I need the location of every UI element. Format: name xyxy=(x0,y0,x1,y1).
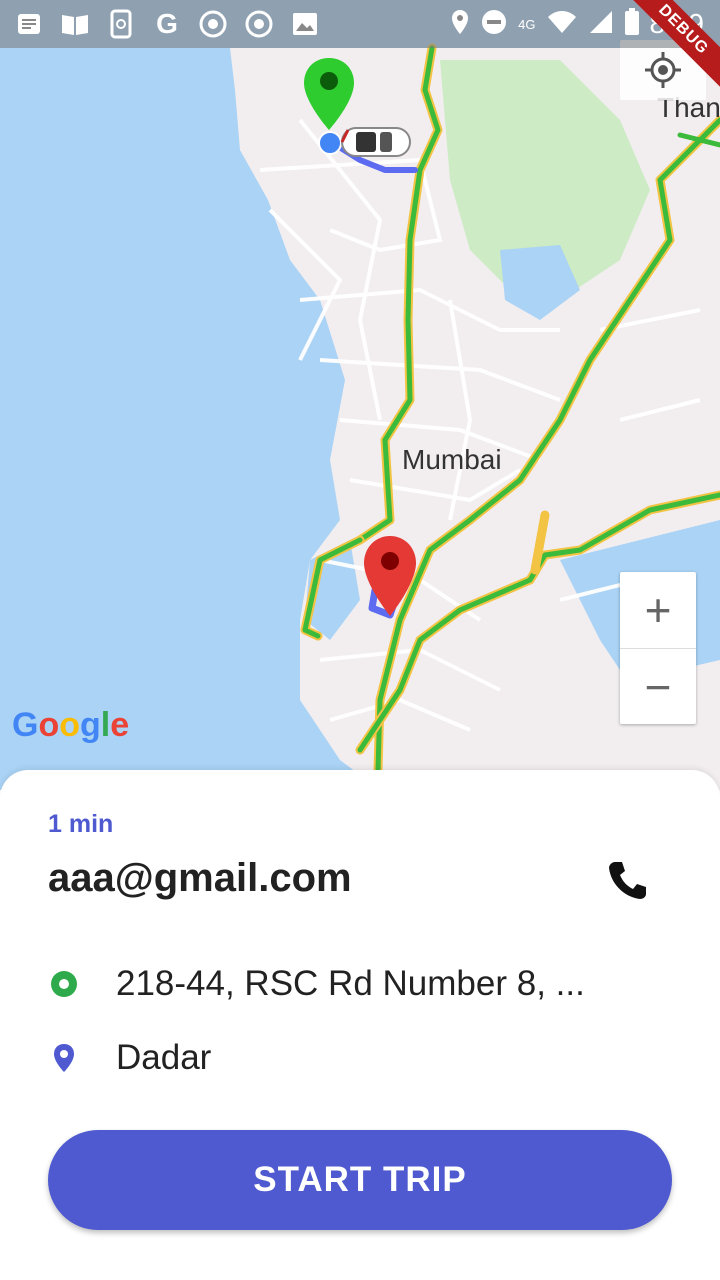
chrome-icon xyxy=(196,7,230,41)
pickup-pin-icon[interactable] xyxy=(302,56,356,132)
network-type: 4G xyxy=(518,16,536,32)
map-canvas xyxy=(230,43,720,790)
battery-icon xyxy=(624,7,640,41)
dropoff-pin-icon[interactable] xyxy=(362,534,418,618)
phone-icon[interactable] xyxy=(606,858,650,902)
google-icon: G xyxy=(156,8,178,39)
book-icon xyxy=(58,7,92,41)
pickup-dot-icon xyxy=(48,968,80,1000)
call-icon: 4G xyxy=(518,17,535,32)
signal-icon xyxy=(588,9,614,40)
phone-sync-icon xyxy=(104,7,138,41)
dnd-icon xyxy=(480,8,508,41)
crosshair-icon xyxy=(645,52,681,88)
pickup-row: 218-44, RSC Rd Number 8, ... xyxy=(48,964,585,1004)
notes-icon xyxy=(12,7,46,41)
dropoff-pin-small-icon xyxy=(48,1042,80,1074)
pickup-address: 218-44, RSC Rd Number 8, ... xyxy=(116,964,585,1003)
map-view[interactable]: Mumbai Than Google + − xyxy=(0,0,720,790)
start-trip-button[interactable]: START TRIP xyxy=(48,1130,672,1230)
zoom-controls: + − xyxy=(620,572,696,724)
status-bar: G 4G 8:39 DEBUG xyxy=(0,0,720,93)
zoom-in-button[interactable]: + xyxy=(620,572,696,648)
trip-bottom-sheet: 1 min aaa@gmail.com 218-44, RSC Rd Numbe… xyxy=(0,770,720,1280)
image-icon xyxy=(288,7,322,41)
map-city-label: Mumbai xyxy=(402,444,502,475)
dropoff-address: Dadar xyxy=(116,1038,212,1077)
wifi-icon xyxy=(546,9,578,40)
location-icon xyxy=(450,8,470,41)
chrome-icon xyxy=(242,7,276,41)
dropoff-row: Dadar xyxy=(48,1038,211,1078)
rider-name: aaa@gmail.com xyxy=(48,856,352,900)
google-attribution: Google xyxy=(12,706,130,744)
eta-label: 1 min xyxy=(48,810,114,838)
car-icon xyxy=(340,127,411,157)
zoom-out-button[interactable]: − xyxy=(620,649,696,725)
